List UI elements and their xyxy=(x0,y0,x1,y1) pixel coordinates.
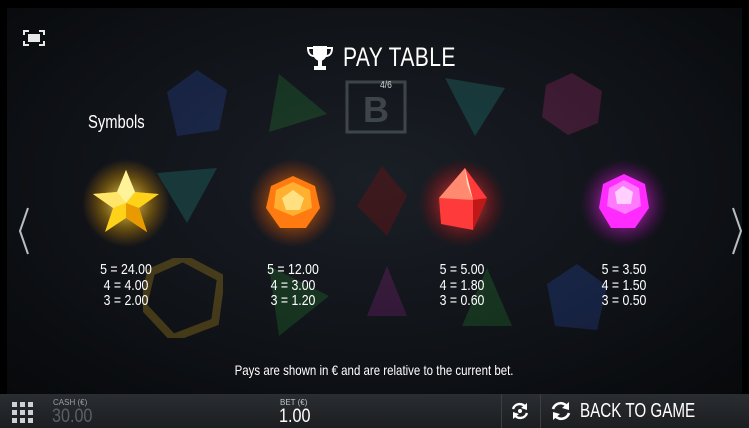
divider xyxy=(501,394,502,428)
pay-5-of-a-kind: 5 = 24.00 xyxy=(100,261,152,278)
page-indicator: 4/6 xyxy=(380,80,392,91)
menu-grid-icon[interactable] xyxy=(10,400,36,424)
pay-4-of-a-kind: 4 = 3.00 xyxy=(270,276,316,294)
fullscreen-icon[interactable] xyxy=(23,30,45,46)
autoplay-spin-icon[interactable] xyxy=(510,401,530,421)
pay-5-of-a-kind: 5 = 3.50 xyxy=(601,261,647,278)
page-title: PAY TABLE xyxy=(343,42,456,72)
cash-value: 30.00 xyxy=(52,406,93,427)
symbol-pays: 5 = 3.50 4 = 1.50 3 = 0.50 xyxy=(583,262,665,309)
background-gem-cyan xyxy=(445,78,505,136)
pays-note: Pays are shown in € and are relative to … xyxy=(235,362,514,378)
pay-3-of-a-kind: 3 = 2.00 xyxy=(103,292,149,309)
pay-5-of-a-kind: 5 = 5.00 xyxy=(439,261,485,278)
yellow-star-gem-icon xyxy=(82,159,170,247)
trophy-icon xyxy=(307,45,333,70)
purple-gem-icon xyxy=(580,159,668,247)
symbol-red-gem: 5 = 5.00 4 = 1.80 3 = 0.60 xyxy=(412,158,512,309)
divider xyxy=(540,394,541,428)
refresh-arrows-icon xyxy=(551,401,571,421)
pay-5-of-a-kind: 5 = 12.00 xyxy=(267,261,319,278)
next-page-arrow-icon[interactable] xyxy=(730,206,742,256)
pay-3-of-a-kind: 3 = 0.50 xyxy=(601,292,647,309)
bet-value: 1.00 xyxy=(279,406,311,427)
background-gem-green xyxy=(269,74,327,132)
back-to-game-button[interactable]: BACK TO GAME xyxy=(550,394,732,428)
background-bar-symbol: B xyxy=(345,80,407,134)
symbol-purple-gem: 5 = 3.50 4 = 1.50 3 = 0.50 xyxy=(574,158,674,309)
paytable-header: PAY TABLE xyxy=(307,42,488,73)
pay-3-of-a-kind: 3 = 1.20 xyxy=(270,292,316,309)
background-gem-pink xyxy=(542,73,602,135)
symbol-pays: 5 = 5.00 4 = 1.80 3 = 0.60 xyxy=(421,262,503,309)
pay-4-of-a-kind: 4 = 4.00 xyxy=(103,276,149,294)
red-gem-icon xyxy=(418,159,506,247)
bottom-bar: CASH (€) 30.00 BET (€) 1.00 BACK TO GAME xyxy=(0,394,749,428)
back-to-game-label: BACK TO GAME xyxy=(580,399,696,422)
symbol-yellow-star-gem: 5 = 24.00 4 = 4.00 3 = 2.00 xyxy=(76,158,176,309)
pay-4-of-a-kind: 4 = 1.50 xyxy=(601,276,647,294)
background-gem-magenta xyxy=(367,266,407,316)
previous-page-arrow-icon[interactable] xyxy=(17,206,31,256)
symbol-pays: 5 = 24.00 4 = 4.00 3 = 2.00 xyxy=(85,262,167,309)
paytable-panel: B PAY TABLE 4/6 Symbols 5 = 24.00 4 = 4.… xyxy=(7,8,742,394)
background-gem-blue xyxy=(167,70,227,136)
symbol-orange-gem: 5 = 12.00 4 = 3.00 3 = 1.20 xyxy=(243,158,343,309)
symbol-pays: 5 = 12.00 4 = 3.00 3 = 1.20 xyxy=(252,262,334,309)
svg-text:B: B xyxy=(363,89,389,130)
orange-gem-icon xyxy=(249,159,337,247)
pay-4-of-a-kind: 4 = 1.80 xyxy=(439,276,485,294)
pay-3-of-a-kind: 3 = 0.60 xyxy=(439,292,485,309)
section-title: Symbols xyxy=(88,112,145,132)
background-gem-darkred xyxy=(357,166,407,236)
